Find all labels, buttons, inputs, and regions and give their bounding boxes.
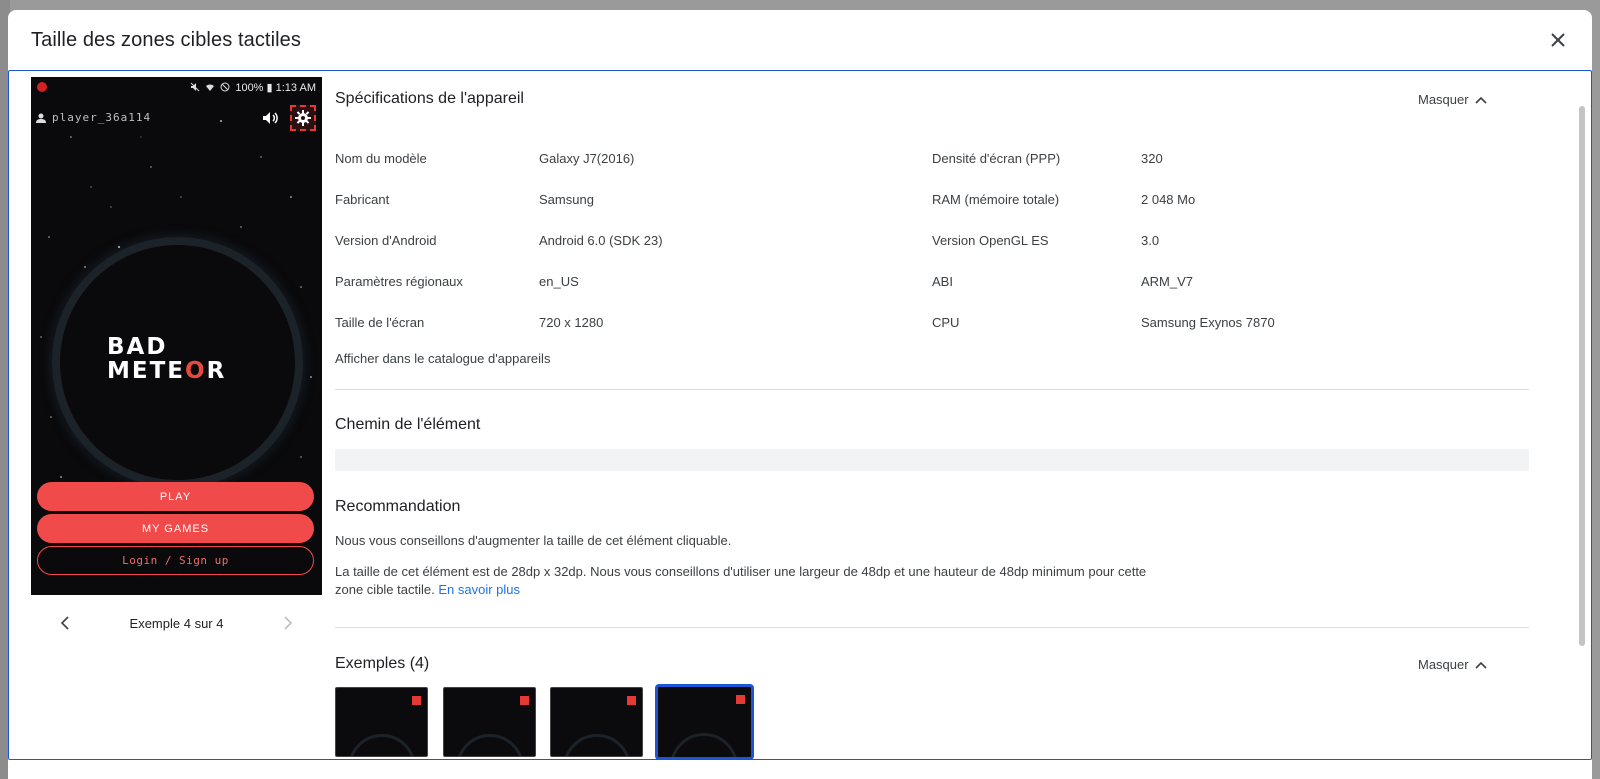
example-thumbnail[interactable] [443,687,536,757]
divider [335,389,1529,390]
player-name: player_36a114 [52,111,152,124]
example-thumbnail-selected[interactable] [655,684,754,760]
recommendation-detail-line-2: zone cible tactile. En savoir plus [335,582,521,597]
chevron-left-icon [60,616,69,630]
device-specs-title: Spécifications de l'appareil [335,90,524,107]
spec-label-abi: ABI [932,274,953,289]
play-button[interactable]: PLAY [37,482,314,511]
blocked-icon [220,82,230,92]
recommendation-title: Recommandation [335,498,461,515]
spec-label-locale: Paramètres régionaux [335,274,463,289]
thumb-highlight [412,696,421,705]
thumb-ring [348,734,416,756]
spec-value-android: Android 6.0 (SDK 23) [539,233,663,248]
hide-specs-button[interactable]: Masquer [1418,92,1487,107]
prev-example-button[interactable] [55,613,75,633]
spec-value-manufacturer: Samsung [539,192,594,207]
touch-target-dialog: Taille des zones cibles tactiles 100% ▮ … [8,10,1592,779]
chevron-right-icon [284,616,293,630]
spec-label-screen-size: Taille de l'écran [335,315,425,330]
examples-title: Exemples (4) [335,655,430,672]
my-games-button[interactable]: MY GAMES [37,514,314,543]
spec-value-cpu: Samsung Exynos 7870 [1141,315,1275,330]
next-example-button[interactable] [278,613,298,633]
spec-value-opengl: 3.0 [1141,233,1160,248]
spec-value-model: Galaxy J7(2016) [539,151,635,166]
thumb-highlight [627,696,636,705]
spec-value-abi: ARM_V7 [1141,274,1194,289]
hide-specs-label: Masquer [1418,92,1469,107]
recommendation-summary: Nous vous conseillons d'augmenter la tai… [335,533,732,548]
volume-icon[interactable] [261,109,279,127]
gear-icon [295,110,311,126]
example-thumbnail[interactable] [550,687,643,757]
hide-examples-button[interactable]: Masquer [1418,657,1487,672]
meteor-o: O [185,358,207,384]
example-pager: Exemple 4 sur 4 [31,609,322,637]
login-signup-button[interactable]: Login / Sign up [37,546,314,575]
dialog-body: 100% ▮ 1:13 AM player_36a114 BAD METEOR … [8,70,1592,760]
element-path-title: Chemin de l'élément [335,416,481,433]
pager-label: Exemple 4 sur 4 [129,615,224,631]
settings-button-highlighted[interactable] [290,105,316,131]
close-button[interactable] [1544,26,1572,54]
status-bar: 100% ▮ 1:13 AM [31,77,322,97]
thumb-highlight [736,695,745,704]
hide-examples-label: Masquer [1418,657,1469,672]
spec-label-model: Nom du modèle [335,151,427,166]
example-thumbnail[interactable] [335,687,428,757]
thumb-ring [670,733,738,757]
logo-line-1: BAD [107,334,168,360]
learn-more-link[interactable]: En savoir plus [438,582,520,597]
spec-value-density: 320 [1141,151,1163,166]
recommendation-detail-line-1: La taille de cet élément est de 28dp x 3… [335,564,1147,579]
spec-label-opengl: Version OpenGL ES [932,233,1049,248]
wifi-icon [206,84,215,91]
details-panel: Spécifications de l'appareil Masquer Nom… [335,71,1529,761]
thumb-highlight [520,696,529,705]
recommendation-detail: La taille de cet élément est de 28dp x 3… [335,563,1195,599]
device-screenshot: 100% ▮ 1:13 AM player_36a114 BAD METEOR … [31,77,322,595]
spec-label-ram: RAM (mémoire totale) [932,192,1060,207]
dialog-header: Taille des zones cibles tactiles [8,10,1592,70]
spec-label-cpu: CPU [932,315,960,330]
spec-value-ram: 2 048 Mo [1141,192,1196,207]
divider [335,627,1529,628]
spec-value-locale: en_US [539,274,579,289]
spec-label-manufacturer: Fabricant [335,192,390,207]
status-text: 100% ▮ 1:13 AM [235,81,316,94]
person-icon [36,113,46,123]
spec-label-android: Version d'Android [335,233,437,248]
chevron-up-icon [1475,96,1487,104]
dialog-title: Taille des zones cibles tactiles [31,28,301,51]
spec-value-screen-size: 720 x 1280 [539,315,604,330]
thumb-ring [456,734,524,756]
mute-icon [190,82,200,92]
device-catalog-link[interactable]: Afficher dans le catalogue d'appareils [335,351,550,366]
scrollbar[interactable] [1579,106,1585,646]
thumb-ring [563,734,631,756]
logo-line-2: METEOR [107,358,227,384]
chevron-up-icon [1475,661,1487,669]
element-path-box [335,449,1529,471]
bad-meteor-logo: BAD METEOR [107,335,247,383]
player-row: player_36a114 [35,111,151,124]
close-icon [1551,33,1565,47]
spec-label-density: Densité d'écran (PPP) [932,151,1061,166]
